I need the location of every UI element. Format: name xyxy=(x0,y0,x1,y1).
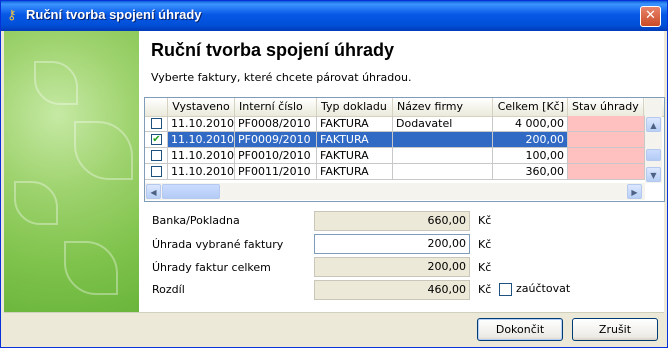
column-header-number[interactable]: Interní číslo xyxy=(235,98,317,116)
header-check-column[interactable] xyxy=(145,98,168,116)
page-title: Ruční tvorba spojení úhrady xyxy=(151,40,395,60)
cell-total: 100,00 xyxy=(493,148,568,164)
row-check-cell[interactable] xyxy=(145,148,168,164)
leaf-decoration xyxy=(14,181,58,225)
cell-status xyxy=(568,148,645,164)
post-checkbox[interactable] xyxy=(499,283,512,296)
cell-company xyxy=(393,164,493,180)
bank-unit: Kč xyxy=(478,214,492,227)
selected-payment-label: Úhrada vybrané faktury xyxy=(152,238,284,251)
total-payments-label: Úhrady faktur celkem xyxy=(152,261,271,274)
scroll-left-button[interactable]: ◀ xyxy=(146,184,161,199)
cell-type: FAKTURA xyxy=(317,116,393,132)
leaf-decoration xyxy=(64,241,118,295)
title-bar[interactable]: ⚷ Ruční tvorba spojení úhrady ✕ xyxy=(1,1,667,31)
total-payments-unit: Kč xyxy=(478,261,492,274)
cell-number: PF0011/2010 xyxy=(235,164,317,180)
cell-status xyxy=(568,164,645,180)
scroll-right-button[interactable]: ▶ xyxy=(627,184,642,199)
finish-button[interactable]: Dokončit xyxy=(477,318,563,341)
horizontal-scroll-thumb[interactable] xyxy=(162,184,220,199)
cell-total: 360,00 xyxy=(493,164,568,180)
row-check-cell[interactable]: ✔ xyxy=(145,132,168,148)
selected-payment-input[interactable]: 200,00 xyxy=(314,234,470,254)
column-header-company[interactable]: Název firmy xyxy=(393,98,493,116)
table-row-selected[interactable]: ✔ 11.10.2010 PF0009/2010 FAKTURA 200,00 xyxy=(145,132,645,148)
cell-type: FAKTURA xyxy=(317,132,393,148)
cell-date: 11.10.2010 xyxy=(168,148,235,164)
cell-company xyxy=(393,148,493,164)
cancel-button[interactable]: Zrušit xyxy=(572,318,658,341)
difference-unit: Kč xyxy=(478,283,492,296)
cell-status xyxy=(568,116,645,132)
row-checkbox[interactable] xyxy=(151,118,162,129)
dialog-window: ⚷ Ruční tvorba spojení úhrady ✕ Ruční tv… xyxy=(0,0,668,348)
window-title: Ruční tvorba spojení úhrady xyxy=(26,7,202,22)
cell-type: FAKTURA xyxy=(317,148,393,164)
vertical-scroll-thumb[interactable] xyxy=(646,149,661,161)
column-header-date[interactable]: Vystaveno xyxy=(168,98,235,116)
horizontal-scrollbar[interactable]: ◀ ▶ xyxy=(145,183,645,200)
instruction-text: Vyberte faktury, které chcete párovat úh… xyxy=(151,71,412,84)
cell-number: PF0010/2010 xyxy=(235,148,317,164)
row-check-cell[interactable] xyxy=(145,116,168,132)
post-checkbox-label[interactable]: zaúčtovat xyxy=(516,282,570,295)
difference-field: 460,00 xyxy=(314,280,470,300)
cell-date: 11.10.2010 xyxy=(168,164,235,180)
vertical-scrollbar[interactable]: ▲ ▼ xyxy=(645,98,662,183)
table-row[interactable]: 11.10.2010 PF0011/2010 FAKTURA 360,00 xyxy=(145,164,645,180)
leaf-decoration xyxy=(74,121,133,180)
main-panel: Ruční tvorba spojení úhrady Vyberte fakt… xyxy=(139,31,665,312)
row-check-cell[interactable] xyxy=(145,164,168,180)
column-header-total[interactable]: Celkem [Kč] xyxy=(493,98,568,116)
cell-type: FAKTURA xyxy=(317,164,393,180)
column-header-type[interactable]: Typ dokladu xyxy=(317,98,393,116)
bank-label: Banka/Pokladna xyxy=(152,214,240,227)
bank-amount-field: 660,00 xyxy=(314,211,470,231)
table-row[interactable]: 11.10.2010 PF0008/2010 FAKTURA Dodavatel… xyxy=(145,116,645,132)
cell-number: PF0008/2010 xyxy=(235,116,317,132)
close-button[interactable]: ✕ xyxy=(640,6,661,27)
cell-status xyxy=(568,132,645,148)
selected-payment-unit: Kč xyxy=(478,238,492,251)
scroll-up-button[interactable]: ▲ xyxy=(646,117,661,132)
cell-date: 11.10.2010 xyxy=(168,116,235,132)
cell-company xyxy=(393,132,493,148)
cell-date: 11.10.2010 xyxy=(168,132,235,148)
button-bar: Dokončit Zrušit xyxy=(4,312,664,345)
scroll-down-button[interactable]: ▼ xyxy=(646,167,661,182)
difference-label: Rozdíl xyxy=(152,283,185,296)
grid-header: Vystaveno Interní číslo Typ dokladu Náze… xyxy=(145,98,664,117)
leaf-decoration xyxy=(34,61,78,105)
row-checkbox[interactable] xyxy=(151,166,162,177)
cell-total: 200,00 xyxy=(493,132,568,148)
app-key-icon: ⚷ xyxy=(7,8,17,23)
cell-number: PF0009/2010 xyxy=(235,132,317,148)
invoice-grid[interactable]: Vystaveno Interní číslo Typ dokladu Náze… xyxy=(144,97,665,202)
dialog-content: Ruční tvorba spojení úhrady Vyberte fakt… xyxy=(4,31,665,344)
column-header-status[interactable]: Stav úhrady xyxy=(568,98,644,116)
row-checkbox[interactable] xyxy=(151,150,162,161)
cell-company: Dodavatel xyxy=(393,116,493,132)
table-row[interactable]: 11.10.2010 PF0010/2010 FAKTURA 100,00 xyxy=(145,148,645,164)
decorative-leaf-panel xyxy=(4,31,139,312)
total-payments-field: 200,00 xyxy=(314,257,470,277)
row-checkbox-checked[interactable]: ✔ xyxy=(151,134,162,145)
cell-total: 4 000,00 xyxy=(493,116,568,132)
